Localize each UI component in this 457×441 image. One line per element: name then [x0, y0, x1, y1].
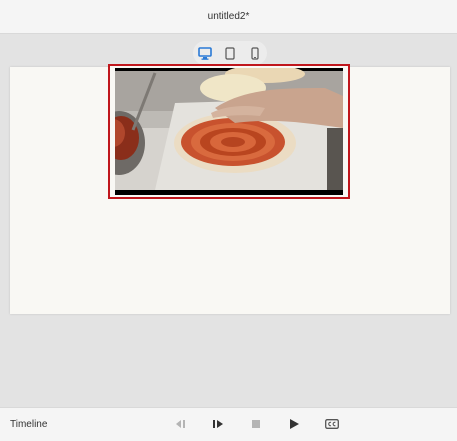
desktop-view-button[interactable]: [195, 43, 215, 63]
stop-button[interactable]: [248, 417, 264, 431]
closed-captions-button[interactable]: [324, 417, 340, 431]
step-forward-button[interactable]: [210, 417, 226, 431]
play-button[interactable]: [286, 417, 302, 431]
closed-captions-icon: [325, 419, 339, 429]
step-back-button[interactable]: [173, 417, 189, 431]
step-forward-icon: [213, 420, 223, 428]
window-title: untitled2*: [207, 11, 250, 22]
selected-video-element[interactable]: [108, 64, 350, 199]
timeline-label: Timeline: [10, 419, 48, 430]
phone-view-button[interactable]: [245, 43, 265, 63]
step-back-icon: [176, 420, 185, 428]
desktop-icon: [198, 46, 213, 60]
stop-icon: [252, 420, 260, 428]
video-preview[interactable]: [115, 68, 343, 195]
title-bar: untitled2*: [0, 0, 457, 34]
tablet-view-button[interactable]: [220, 43, 240, 63]
play-icon: [290, 419, 299, 429]
timeline-bar: Timeline: [0, 407, 457, 441]
phone-icon: [251, 46, 259, 60]
pizza-video-image: [115, 68, 343, 195]
tablet-icon: [225, 46, 235, 60]
device-switcher: [193, 41, 267, 65]
